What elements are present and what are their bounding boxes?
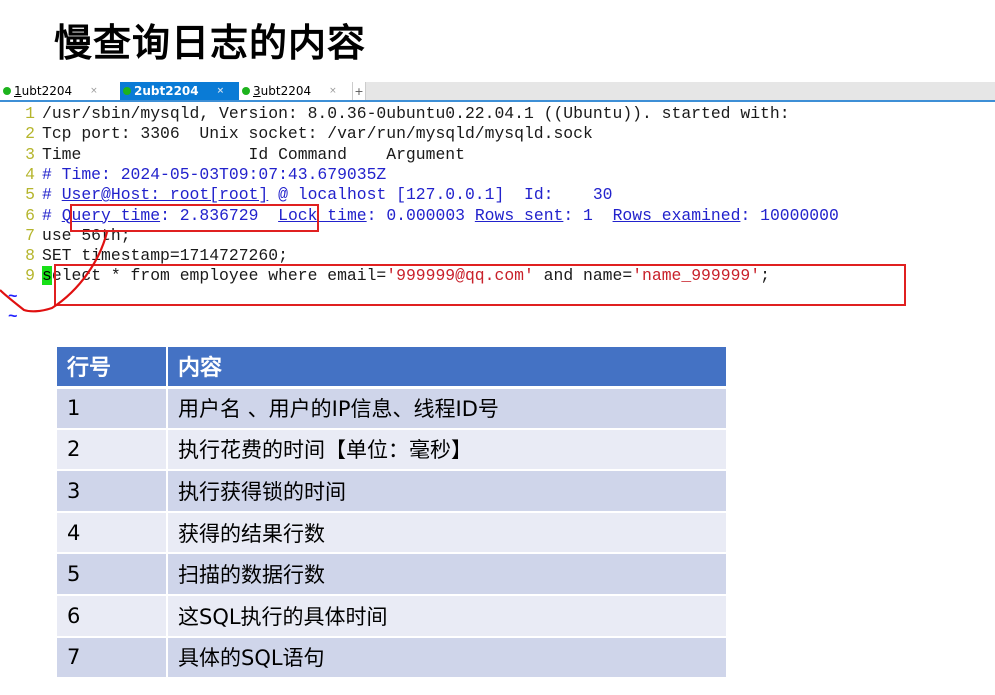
status-dot-icon (3, 87, 11, 95)
table-row: 2 执行花费的时间【单位：毫秒】 (57, 428, 728, 472)
line-text: @ localhost [127.0.0.1] Id: 30 (268, 185, 613, 205)
line-text: : 0.000003 (366, 205, 475, 225)
table-row: 7 具体的SQL语句 (57, 636, 728, 680)
tab-session-2[interactable]: 2 ubt2204 × (120, 82, 239, 100)
line-text: # (42, 185, 62, 205)
line-text: /usr/sbin/mysqld, Version: 8.0.36-0ubunt… (42, 104, 790, 123)
cell-line-number: 7 (57, 636, 168, 680)
line-text: # (42, 205, 62, 225)
page-title: 慢查询日志的内容 (54, 21, 367, 65)
line-text: : 10000000 (740, 205, 839, 225)
tab-number: 3 (253, 84, 261, 98)
cell-content: 扫描的数据行数 (167, 553, 728, 596)
cell-line-number: 3 (57, 470, 168, 513)
terminal-line: 1/usr/sbin/mysqld, Version: 8.0.36-0ubun… (0, 104, 790, 124)
cell-content: 执行花费的时间【单位：毫秒】 (167, 428, 728, 472)
line-text: 'name_999999' (632, 266, 761, 286)
terminal-line: 5 # User@Host: root[root] @ localhost [12… (0, 185, 613, 205)
tab-session-3[interactable]: 3 ubt2204 × (239, 82, 352, 100)
terminal-line: 2 Tcp port: 3306 Unix socket: /var/run/my… (0, 124, 593, 144)
line-number: 6 (25, 205, 35, 225)
line-text: : 2.836729 (160, 205, 279, 225)
tab-number: 1 (14, 84, 22, 98)
tab-number: 2 (134, 84, 143, 98)
table-row: 5 扫描的数据行数 (57, 553, 728, 596)
tab-label: ubt2204 (260, 84, 312, 98)
cell-content: 具体的SQL语句 (167, 636, 728, 680)
line-number: 5 (25, 185, 35, 205)
line-number: 2 (25, 124, 35, 144)
log-fields-table: 行号 内容 1 用户名 、用户的IP信息、线程ID号 2 执行花费的时间【单位：毫秒】… (57, 347, 728, 680)
status-dot-icon (242, 87, 250, 95)
line-text: Tcp port: 3306 Unix socket: /var/run/mys… (42, 124, 593, 144)
terminal-line: 3 Time Id Command Argument (0, 145, 465, 165)
cell-line-number: 4 (57, 511, 168, 555)
cell-content: 这SQL执行的具体时间 (167, 594, 728, 638)
terminal-line: 4 # Time: 2024-05-03T09:07:43.679035Z (0, 165, 386, 185)
column-header-line-number: 行号 (57, 347, 168, 389)
close-icon[interactable]: × (217, 86, 225, 96)
new-tab-button[interactable]: + (352, 82, 366, 100)
column-header-content: 内容 (167, 347, 728, 389)
tab-label: ubt2204 (142, 84, 199, 98)
line-text: ; (760, 266, 770, 286)
table-row: 6 这SQL执行的具体时间 (57, 594, 728, 638)
cell-line-number: 5 (57, 553, 168, 596)
close-icon[interactable]: × (90, 86, 98, 96)
line-text: and name= (533, 266, 633, 286)
line-text: Rows_sent (474, 205, 564, 225)
line-text: '999999@qq.com' (386, 266, 534, 286)
cell-content: 执行获得锁的时间 (167, 470, 728, 513)
line-text: Rows_examined (612, 205, 741, 225)
line-text: Lock_time (278, 205, 367, 225)
cell-content: 用户名 、用户的IP信息、线程ID号 (167, 387, 728, 430)
cell-content: 获得的结果行数 (167, 511, 728, 555)
table-row: 1 用户名 、用户的IP信息、线程ID号 (57, 387, 728, 430)
line-number: 1 (25, 104, 35, 123)
terminal-output[interactable]: ~ ~ 1/usr/sbin/mysqld, Version: 8.0.36-0… (0, 104, 995, 330)
line-text: : 1 (563, 205, 613, 225)
terminal-tab-bar: 1 ubt2204 × 2 ubt2204 × 3 ubt2204 × + (0, 82, 995, 102)
cell-line-number: 6 (57, 594, 168, 638)
line-number: 4 (25, 164, 35, 184)
tab-session-1[interactable]: 1 ubt2204 × (0, 82, 120, 100)
line-text: # Time: 2024-05-03T09:07:43.679035Z (42, 164, 387, 184)
table-row: 4 获得的结果行数 (57, 511, 728, 555)
table-row: 3 执行获得锁的时间 (57, 470, 728, 513)
line-number: 3 (25, 144, 35, 164)
line-text: User@Host: root[root] (61, 185, 269, 205)
terminal-line: 6 # Query_time: 2.836729 Lock_time: 0.000… (0, 206, 839, 226)
tab-label: ubt2204 (21, 84, 73, 98)
cell-line-number: 1 (57, 387, 168, 430)
close-icon[interactable]: × (329, 86, 337, 96)
cell-line-number: 2 (57, 428, 168, 472)
status-dot-icon (123, 87, 131, 95)
annotation-stroke (0, 231, 109, 313)
line-text: Query_time (61, 205, 161, 225)
line-text: Time Id Command Argument (42, 144, 465, 164)
